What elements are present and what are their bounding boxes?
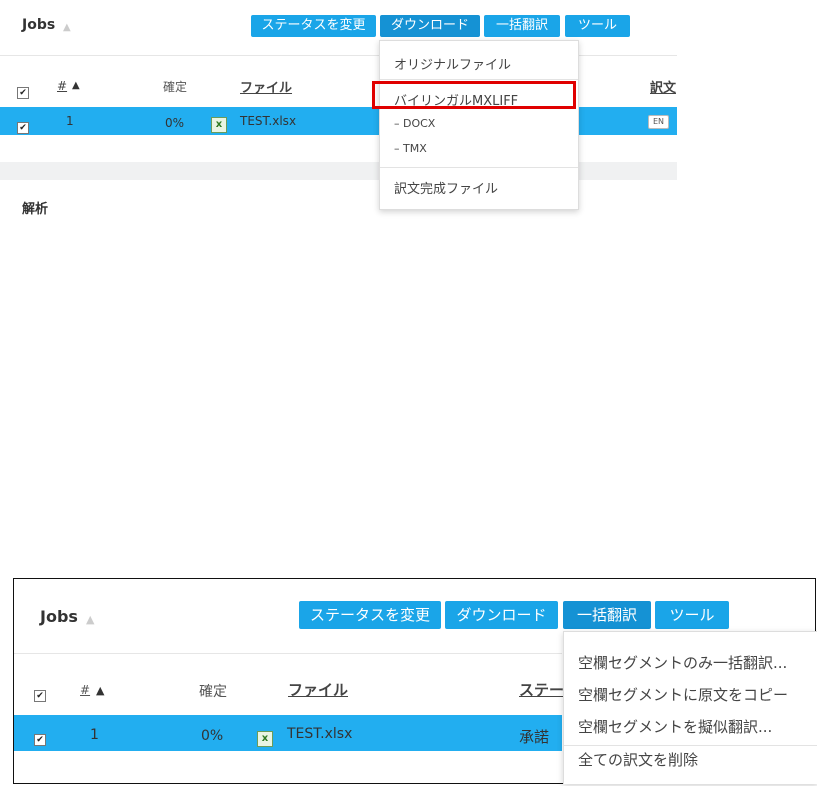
row-filename[interactable]: TEST.xlsx [287,726,352,742]
col-num[interactable]: # [80,683,90,697]
select-all-checkbox[interactable]: ✔ [34,683,46,702]
menu-item-copy-source[interactable]: 空欄セグメントに原文をコピー [578,684,788,705]
sort-asc-icon[interactable]: ▲ [72,80,80,91]
download-menu: オリジナルファイル バイリンガルMXLIFF – DOCX – TMX 訳文完成… [379,40,579,210]
col-target[interactable]: 訳文 [650,77,676,96]
row-filename[interactable]: TEST.xlsx [240,114,296,128]
download-button[interactable]: ダウンロード [380,15,480,37]
menu-item-original[interactable]: オリジナルファイル [394,54,511,73]
bottom-panel: Jobs ▲ ステータスを変更 ダウンロード 一括翻訳 ツール ✔ # ▲ 確定… [13,578,817,784]
batch-translate-button[interactable]: 一括翻訳 [563,601,651,629]
jobs-title: Jobs [40,607,78,626]
menu-separator [380,167,578,168]
col-file[interactable]: ファイル [288,679,348,700]
select-all-checkbox[interactable]: ✔ [17,80,29,99]
tools-button[interactable]: ツール [655,601,729,629]
excel-file-icon: x [257,726,273,747]
sort-asc-icon[interactable]: ▲ [96,684,104,697]
change-status-button[interactable]: ステータスを変更 [251,15,376,37]
menu-item-translated-file[interactable]: 訳文完成ファイル [394,178,498,197]
row-checkbox[interactable]: ✔ [34,727,46,746]
sort-up-icon[interactable]: ▲ [86,613,94,626]
row-status[interactable]: 承諾 [519,726,549,747]
col-confirm: 確定 [199,684,227,700]
tools-menu: 空欄セグメントのみ一括翻訳... 空欄セグメントに原文をコピー 空欄セグメントを… [563,631,817,784]
col-num[interactable]: # [57,79,67,93]
row-number: 1 [66,114,74,128]
excel-file-icon: x [211,112,227,133]
header-divider [14,653,562,654]
col-confirm: 確定 [163,80,188,94]
top-panel: Jobs ▲ ステータスを変更 ダウンロード 一括翻訳 ツール ✔ # ▲ 確定… [0,0,677,217]
highlight-box [372,81,576,109]
sort-up-icon[interactable]: ▲ [63,22,71,33]
menu-item-tmx[interactable]: – TMX [394,142,427,155]
batch-translate-button[interactable]: 一括翻訳 [484,15,560,37]
menu-item-delete-translations[interactable]: 全ての訳文を削除 [578,749,698,770]
col-file[interactable]: ファイル [240,77,292,96]
tools-button[interactable]: ツール [565,15,630,37]
row-percent: 0% [201,728,224,744]
row-number: 1 [90,727,99,743]
analysis-section-title: 解析 [22,202,49,217]
language-badge: EN [648,115,670,129]
change-status-button[interactable]: ステータスを変更 [299,601,441,629]
menu-item-docx[interactable]: – DOCX [394,117,435,130]
menu-item-pseudo-translate[interactable]: 空欄セグメントを擬似翻訳... [578,716,772,737]
row-percent: 0% [165,116,185,130]
menu-separator [564,745,817,746]
download-button[interactable]: ダウンロード [445,601,558,629]
jobs-title: Jobs [22,17,56,33]
menu-separator [380,79,578,80]
col-status[interactable]: ステー [519,679,564,700]
menu-item-batch-empty[interactable]: 空欄セグメントのみ一括翻訳... [578,652,787,673]
row-checkbox[interactable]: ✔ [17,115,29,134]
